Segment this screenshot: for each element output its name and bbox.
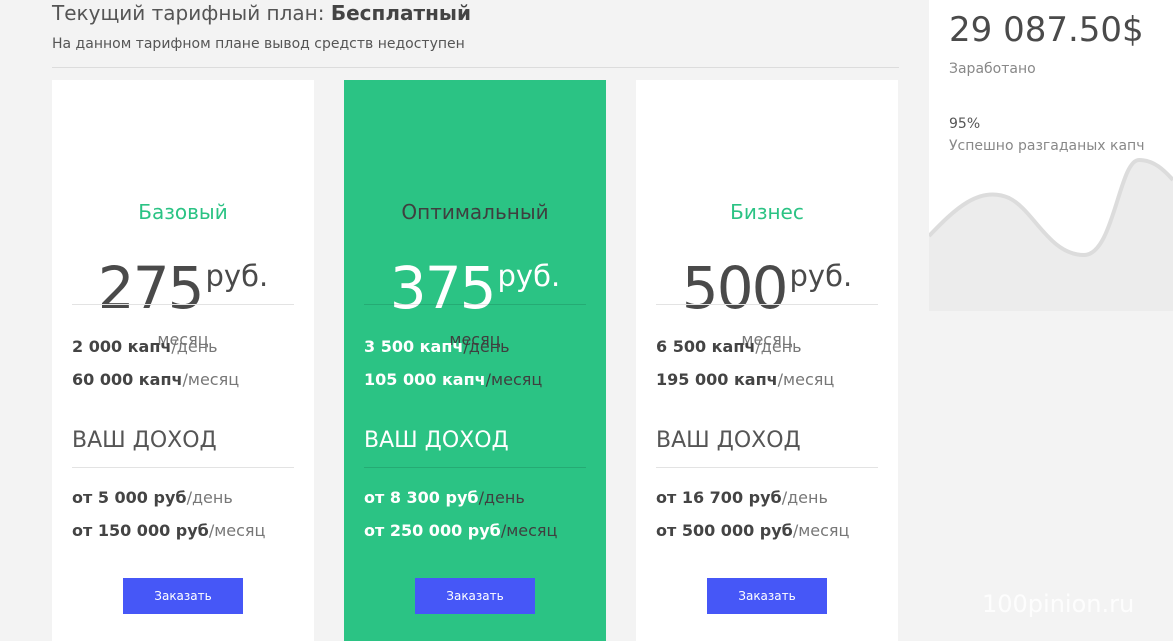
- order-button[interactable]: Заказать: [415, 578, 535, 614]
- divider: [364, 304, 586, 305]
- plan-name: Оптимальный: [401, 200, 549, 224]
- price-currency: руб.: [205, 259, 269, 293]
- captcha-daily: 6 500 капч/день: [656, 337, 802, 356]
- price-value: 500: [681, 254, 789, 322]
- sparkline-area: [929, 160, 1173, 311]
- captcha-monthly-unit: /месяц: [485, 370, 543, 389]
- income-label: ВАШ ДОХОД: [364, 428, 509, 453]
- order-button[interactable]: Заказать: [123, 578, 243, 614]
- current-plan-title: Текущий тарифный план: Бесплатный: [52, 1, 471, 25]
- captcha-daily-amount: 3 500 капч: [364, 337, 464, 356]
- plan-price: 375 руб.: [344, 255, 606, 321]
- order-button[interactable]: Заказать: [707, 578, 827, 614]
- plan-name: Бизнес: [730, 200, 804, 224]
- divider: [72, 467, 294, 468]
- income-daily-amount: от 16 700 руб: [656, 488, 782, 507]
- income-daily-amount: от 8 300 руб: [364, 488, 479, 507]
- price-value: 275: [97, 254, 205, 322]
- plan-name: Базовый: [138, 200, 228, 224]
- price-currency: руб.: [789, 259, 853, 293]
- income-monthly-unit: /месяц: [500, 521, 558, 540]
- income-label: ВАШ ДОХОД: [656, 428, 801, 453]
- divider: [72, 304, 294, 305]
- income-daily-unit: /день: [478, 488, 525, 507]
- captcha-daily: 2 000 капч/день: [72, 337, 218, 356]
- success-percent: 95%: [949, 116, 981, 132]
- current-plan-subtitle: На данном тарифном плане вывод средств н…: [52, 36, 465, 52]
- income-monthly-unit: /месяц: [208, 521, 266, 540]
- price-value: 375: [389, 254, 497, 322]
- income-monthly-amount: от 150 000 руб: [72, 521, 209, 540]
- earned-label: Заработано: [949, 61, 1036, 77]
- income-monthly-amount: от 500 000 руб: [656, 521, 793, 540]
- captcha-daily-amount: 6 500 капч: [656, 337, 756, 356]
- income-daily: от 8 300 руб/день: [364, 488, 525, 507]
- watermark: 100pinion.ru: [982, 590, 1135, 618]
- captcha-daily-unit: /день: [463, 337, 510, 356]
- captcha-daily-unit: /день: [755, 337, 802, 356]
- captcha-daily-amount: 2 000 капч: [72, 337, 172, 356]
- captcha-monthly: 195 000 капч/месяц: [656, 370, 834, 389]
- earnings-widget: 29 087.50$ Заработано 95% Успешно разгад…: [929, 0, 1173, 311]
- current-plan-name: Бесплатный: [330, 1, 471, 25]
- captcha-monthly-unit: /месяц: [182, 370, 240, 389]
- income-monthly: от 500 000 руб/месяц: [656, 521, 849, 540]
- divider: [364, 467, 586, 468]
- captcha-monthly-amount: 105 000 капч: [364, 370, 486, 389]
- income-daily: от 16 700 руб/день: [656, 488, 828, 507]
- captcha-monthly-amount: 60 000 капч: [72, 370, 183, 389]
- income-monthly: от 250 000 руб/месяц: [364, 521, 557, 540]
- income-monthly-unit: /месяц: [792, 521, 850, 540]
- captcha-daily-unit: /день: [171, 337, 218, 356]
- plan-card-optimal: Оптимальный 375 руб. месяц 3 500 капч/ден…: [344, 80, 606, 641]
- captcha-monthly-unit: /месяц: [777, 370, 835, 389]
- income-monthly-amount: от 250 000 руб: [364, 521, 501, 540]
- divider: [656, 467, 878, 468]
- sparkline-chart: [929, 157, 1173, 311]
- price-currency: руб.: [497, 259, 561, 293]
- income-daily-amount: от 5 000 руб: [72, 488, 187, 507]
- plan-card-business: Бизнес 500 руб. месяц 6 500 капч/день 195…: [636, 80, 898, 641]
- earned-amount: 29 087.50$: [949, 10, 1144, 50]
- divider: [656, 304, 878, 305]
- income-daily: от 5 000 руб/день: [72, 488, 233, 507]
- current-plan-header: Текущий тарифный план: Бесплатный На дан…: [52, 0, 899, 68]
- income-label: ВАШ ДОХОД: [72, 428, 217, 453]
- captcha-monthly-amount: 195 000 капч: [656, 370, 778, 389]
- captcha-monthly: 60 000 капч/месяц: [72, 370, 239, 389]
- income-daily-unit: /день: [781, 488, 828, 507]
- plan-card-basic: Базовый 275 руб. месяц 2 000 капч/день 60…: [52, 80, 314, 641]
- plan-price: 500 руб.: [636, 255, 898, 321]
- income-monthly: от 150 000 руб/месяц: [72, 521, 265, 540]
- income-daily-unit: /день: [186, 488, 233, 507]
- current-plan-title-prefix: Текущий тарифный план:: [52, 1, 325, 25]
- plan-price: 275 руб.: [52, 255, 314, 321]
- captcha-monthly: 105 000 капч/месяц: [364, 370, 542, 389]
- captcha-daily: 3 500 капч/день: [364, 337, 510, 356]
